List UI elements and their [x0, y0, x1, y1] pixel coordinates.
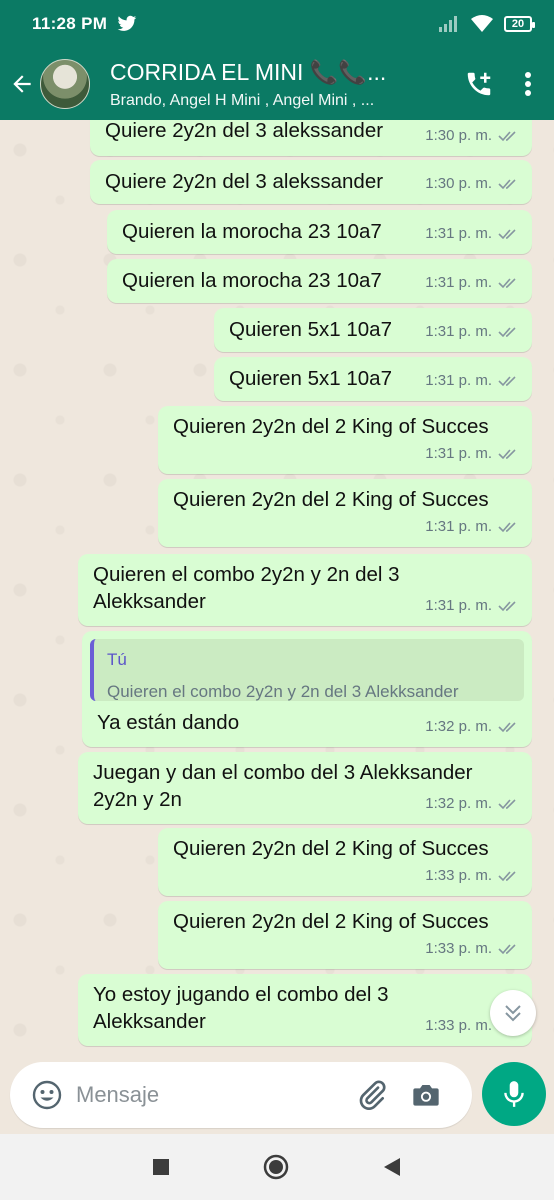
message-time: 1:33 p. m. — [425, 1017, 492, 1034]
message-text: Quieren 5x1 10a7 — [229, 318, 392, 341]
message-text: Quieren la morocha 23 10a7 — [122, 220, 382, 243]
quoted-message[interactable]: Tú Quieren el combo 2y2n y 2n del 3 Alek… — [90, 639, 524, 701]
message-bubble[interactable]: Juegan y dan el combo del 3 Alekksander … — [78, 752, 532, 824]
message-bubble[interactable]: Tú Quieren el combo 2y2n y 2n del 3 Alek… — [82, 631, 532, 747]
message-bubble[interactable]: Quieren 5x1 10a7 1:31 p. m. — [214, 308, 532, 352]
message-time: 1:33 p. m. — [425, 867, 492, 884]
message-list[interactable]: Quiere 2y2n del 3 alekssander 1:30 p. m.… — [0, 120, 554, 1060]
message-time: 1:32 p. m. — [425, 718, 492, 735]
chat-participants: Brando, Angel H Mini , Angel Mini , ... — [110, 91, 375, 109]
chat-info[interactable]: CORRIDA EL MINI 📞📞... Brando, Angel H Mi… — [110, 59, 464, 110]
battery-indicator: 20 — [504, 16, 535, 32]
add-call-icon[interactable] — [464, 69, 494, 99]
double-check-icon — [498, 179, 516, 190]
double-check-icon — [498, 944, 516, 955]
back-button[interactable] — [2, 60, 42, 108]
status-bar: 11:28 PM 20 — [0, 0, 554, 48]
message-bubble[interactable]: Yo estoy jugando el combo del 3 Alekksan… — [78, 974, 532, 1046]
message-text: Ya están dando — [97, 711, 240, 734]
message-text: Quieren el combo 2y2n y 2n del 3 — [93, 563, 400, 586]
message-time: 1:31 p. m. — [425, 225, 492, 242]
quote-author: Tú — [107, 650, 127, 669]
back-arrow-icon — [13, 75, 31, 93]
double-check-icon — [498, 229, 516, 240]
recents-icon[interactable] — [152, 1158, 170, 1176]
message-bubble[interactable]: Quiere 2y2n del 3 alekssander 1:30 p. m. — [90, 160, 532, 204]
message-text: Juegan y dan el combo del 3 Alekksander — [93, 761, 473, 784]
status-time: 11:28 PM — [32, 14, 108, 33]
message-bubble[interactable]: Quieren la morocha 23 10a7 1:31 p. m. — [107, 210, 532, 254]
message-bubble[interactable]: Quieren 2y2n del 2 King of Succes 1:33 p… — [158, 901, 532, 969]
double-check-icon — [498, 376, 516, 387]
message-bubble[interactable]: Quieren la morocha 23 10a7 1:31 p. m. — [107, 259, 532, 303]
compose-bar — [10, 1062, 472, 1128]
voice-message-button[interactable] — [482, 1062, 546, 1126]
scroll-to-bottom-button[interactable] — [490, 990, 536, 1036]
mic-icon — [504, 1081, 524, 1107]
emoji-icon[interactable] — [32, 1080, 62, 1110]
signal-icon — [439, 16, 457, 32]
message-text: Quieren 2y2n del 2 King of Succes — [173, 910, 489, 933]
message-bubble[interactable]: Quieren el combo 2y2n y 2n del 3 Alekksa… — [78, 554, 532, 626]
message-text: Quiere 2y2n del 3 alekssander — [105, 170, 384, 193]
chevron-double-down-icon — [505, 1005, 521, 1022]
message-text: Quieren 2y2n del 2 King of Succes — [173, 488, 489, 511]
message-text: Quieren 2y2n del 2 King of Succes — [173, 415, 489, 438]
message-text-line2: 2y2n y 2n — [93, 788, 182, 811]
message-text: Quiere 2y2n del 3 alekssander — [105, 120, 384, 142]
message-time: 1:31 p. m. — [425, 518, 492, 535]
message-time: 1:31 p. m. — [425, 445, 492, 462]
double-check-icon — [498, 131, 516, 142]
message-bubble[interactable]: Quieren 2y2n del 2 King of Succes 1:33 p… — [158, 828, 532, 896]
message-time: 1:30 p. m. — [425, 127, 492, 144]
wifi-icon — [471, 15, 493, 32]
double-check-icon — [498, 722, 516, 733]
twitter-icon — [117, 15, 137, 31]
status-icons: 20 — [438, 14, 535, 34]
message-time: 1:31 p. m. — [425, 323, 492, 340]
double-check-icon — [498, 278, 516, 289]
message-text-line2: Alekksander — [93, 590, 206, 613]
camera-icon[interactable] — [410, 1079, 442, 1111]
message-text: Quieren la morocha 23 10a7 — [122, 269, 382, 292]
double-check-icon — [498, 522, 516, 533]
double-check-icon — [498, 327, 516, 338]
message-time: 1:32 p. m. — [425, 795, 492, 812]
message-input[interactable] — [76, 1082, 346, 1108]
message-time: 1:31 p. m. — [425, 372, 492, 389]
double-check-icon — [498, 799, 516, 810]
message-text-line2: Alekksander — [93, 1010, 206, 1033]
group-avatar[interactable] — [40, 59, 90, 109]
message-time: 1:31 p. m. — [425, 274, 492, 291]
attach-icon[interactable] — [356, 1079, 388, 1111]
message-bubble[interactable]: Quieren 5x1 10a7 1:31 p. m. — [214, 357, 532, 401]
system-nav-bar — [0, 1134, 554, 1200]
message-bubble[interactable]: Quiere 2y2n del 3 alekssander 1:30 p. m. — [90, 120, 532, 156]
double-check-icon — [498, 449, 516, 460]
message-text: Quieren 2y2n del 2 King of Succes — [173, 837, 489, 860]
chat-header: CORRIDA EL MINI 📞📞... Brando, Angel H Mi… — [0, 48, 554, 120]
double-check-icon — [498, 871, 516, 882]
message-time: 1:31 p. m. — [425, 597, 492, 614]
message-bubble[interactable]: Quieren 2y2n del 2 King of Succes 1:31 p… — [158, 479, 532, 547]
message-text: Yo estoy jugando el combo del 3 — [93, 983, 389, 1006]
double-check-icon — [498, 601, 516, 612]
message-bubble[interactable]: Quieren 2y2n del 2 King of Succes 1:31 p… — [158, 406, 532, 474]
more-vert-icon[interactable] — [524, 71, 532, 97]
message-time: 1:30 p. m. — [425, 175, 492, 192]
message-time: 1:33 p. m. — [425, 940, 492, 957]
quote-text: Quieren el combo 2y2n y 2n del 3 Alekksa… — [107, 682, 459, 701]
home-icon[interactable] — [262, 1153, 290, 1181]
chat-title: CORRIDA EL MINI 📞📞... — [110, 58, 387, 85]
message-text: Quieren 5x1 10a7 — [229, 367, 392, 390]
back-nav-icon[interactable] — [382, 1156, 402, 1178]
